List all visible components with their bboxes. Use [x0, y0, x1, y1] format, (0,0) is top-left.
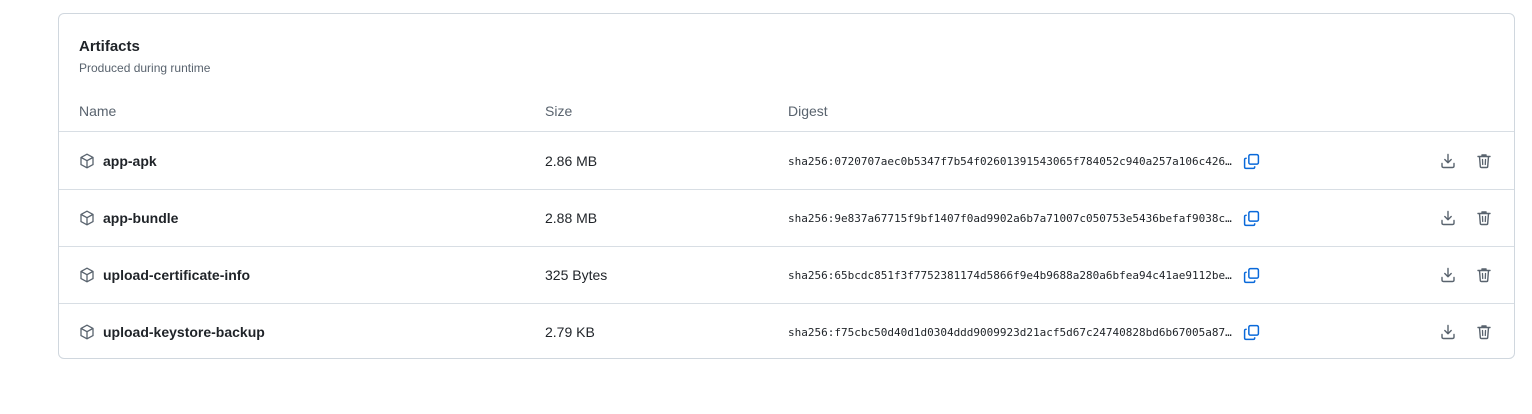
artifacts-header: Artifacts Produced during runtime — [79, 38, 210, 76]
download-icon — [1441, 324, 1455, 340]
artifact-name-cell: app-bundle — [79, 190, 178, 246]
delete-artifact-button[interactable] — [1473, 264, 1495, 286]
trash-icon — [1477, 154, 1491, 169]
artifact-digest: sha256:f75cbc50d40d1d0304ddd9009923d21ac… — [788, 325, 1232, 339]
download-icon — [1441, 267, 1455, 283]
table-row: upload-keystore-backup 2.79 KB sha256:f7… — [59, 304, 1514, 361]
artifact-size: 2.86 MB — [545, 153, 598, 169]
artifact-digest-cell: sha256:f75cbc50d40d1d0304ddd9009923d21ac… — [788, 304, 1262, 360]
artifact-size: 325 Bytes — [545, 267, 608, 283]
artifact-name-cell: upload-keystore-backup — [79, 304, 265, 360]
artifact-size: 2.88 MB — [545, 210, 598, 226]
artifacts-subtitle: Produced during runtime — [79, 61, 211, 75]
trash-icon — [1477, 211, 1491, 226]
package-icon — [79, 153, 95, 169]
copy-digest-button[interactable] — [1240, 150, 1262, 172]
artifact-link[interactable]: upload-keystore-backup — [103, 324, 265, 340]
download-artifact-button[interactable] — [1437, 150, 1459, 172]
copy-digest-button[interactable] — [1240, 321, 1262, 343]
column-header-name: Name — [79, 103, 117, 119]
download-icon — [1441, 153, 1455, 169]
copy-digest-button[interactable] — [1240, 264, 1262, 286]
copy-icon — [1243, 324, 1259, 340]
table-row: app-bundle 2.88 MB sha256:9e837a67715f9b… — [59, 190, 1514, 247]
delete-artifact-button[interactable] — [1473, 321, 1495, 343]
package-icon — [79, 324, 95, 340]
artifact-digest: sha256:0720707aec0b5347f7b54f02601391543… — [788, 154, 1232, 168]
artifact-link[interactable]: app-apk — [103, 153, 157, 169]
copy-icon — [1243, 210, 1259, 226]
artifact-digest-cell: sha256:65bcdc851f3f7752381174d5866f9e4b9… — [788, 247, 1262, 303]
artifact-digest: sha256:9e837a67715f9bf1407f0ad9902a6b7a7… — [788, 211, 1232, 225]
artifact-name-cell: app-apk — [79, 133, 157, 189]
delete-artifact-button[interactable] — [1473, 150, 1495, 172]
download-icon — [1441, 210, 1455, 226]
artifact-digest: sha256:65bcdc851f3f7752381174d5866f9e4b9… — [788, 268, 1232, 282]
copy-icon — [1243, 267, 1259, 283]
trash-icon — [1477, 268, 1491, 283]
column-header-size: Size — [545, 103, 573, 119]
column-header-digest: Digest — [788, 103, 828, 119]
trash-icon — [1477, 325, 1491, 340]
package-icon — [79, 210, 95, 226]
artifacts-table-header: Name Size Digest — [59, 90, 1514, 132]
copy-digest-button[interactable] — [1240, 207, 1262, 229]
package-icon — [79, 267, 95, 283]
delete-artifact-button[interactable] — [1473, 207, 1495, 229]
artifact-link[interactable]: app-bundle — [103, 210, 178, 226]
artifacts-panel: Artifacts Produced during runtime Name S… — [58, 13, 1515, 359]
copy-icon — [1243, 153, 1259, 169]
artifact-link[interactable]: upload-certificate-info — [103, 267, 250, 283]
download-artifact-button[interactable] — [1437, 207, 1459, 229]
artifact-digest-cell: sha256:9e837a67715f9bf1407f0ad9902a6b7a7… — [788, 190, 1262, 246]
artifacts-title: Artifacts — [79, 38, 140, 55]
table-row: upload-certificate-info 325 Bytes sha256… — [59, 247, 1514, 304]
table-row: app-apk 2.86 MB sha256:0720707aec0b5347f… — [59, 133, 1514, 190]
artifact-digest-cell: sha256:0720707aec0b5347f7b54f02601391543… — [788, 133, 1262, 189]
download-artifact-button[interactable] — [1437, 321, 1459, 343]
artifact-size: 2.79 KB — [545, 324, 595, 340]
artifact-name-cell: upload-certificate-info — [79, 247, 250, 303]
download-artifact-button[interactable] — [1437, 264, 1459, 286]
